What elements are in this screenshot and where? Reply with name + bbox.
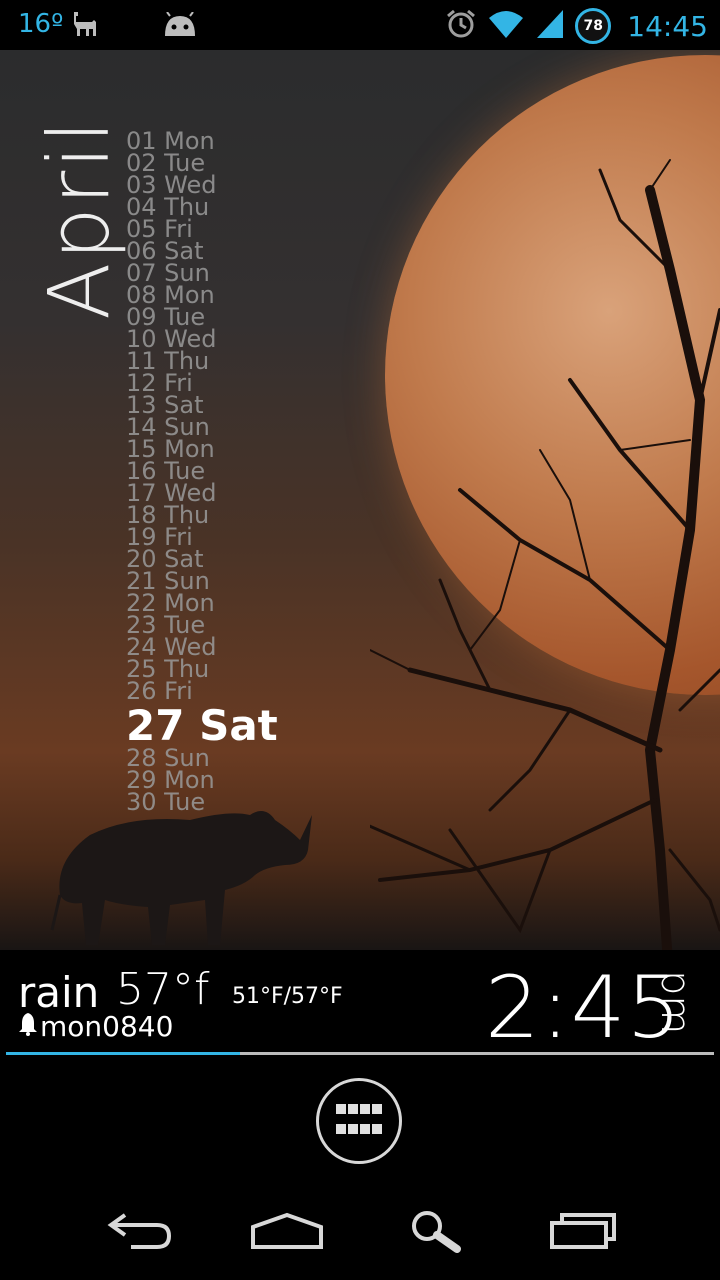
calendar-day-list: 01 Mon 02 Tue 03 Wed 04 Thu 05 Fri 06 Sat 07 S… <box>126 129 278 816</box>
calendar-day: 26 Fri <box>126 677 193 705</box>
search-icon <box>407 1209 463 1257</box>
search-button[interactable] <box>380 1208 490 1258</box>
alarm-icon <box>445 8 477 44</box>
status-time: 14:45 <box>627 9 708 43</box>
wifi-icon <box>487 8 525 44</box>
navigation-bar <box>0 1180 720 1280</box>
bell-icon <box>18 1010 38 1043</box>
battery-badge-icon: 78 <box>575 8 612 44</box>
alarm-text: mon0840 <box>40 1010 174 1043</box>
day-progress-bar <box>6 1052 714 1055</box>
app-drawer-button[interactable] <box>316 1078 402 1164</box>
tree-silhouette <box>370 159 720 950</box>
calendar-month: April <box>30 118 128 320</box>
wallpaper: April 01 Mon 02 Tue 03 Wed 04 Thu 05 Fri 06 S… <box>0 50 720 950</box>
back-button[interactable] <box>85 1208 195 1258</box>
clock-ampm: pm <box>652 970 698 1035</box>
status-temperature: 16º <box>18 9 64 39</box>
weather-range: 51°F/57°F <box>232 984 343 1009</box>
calendar-day-today: 27 Sat <box>126 701 278 750</box>
android-icon <box>162 11 198 42</box>
grid-icon <box>334 1102 384 1140</box>
back-icon <box>105 1211 175 1255</box>
weather-clock-widget[interactable]: rain 57°f 51°F/57°F mon0840 2:45 pm <box>0 950 720 1060</box>
rhino-silhouette <box>50 811 312 945</box>
weather-temperature: 57°f <box>116 964 210 1015</box>
next-alarm: mon0840 <box>18 1010 173 1043</box>
home-button[interactable] <box>232 1208 342 1258</box>
calendar-day: 30 Tue <box>126 788 206 816</box>
day-progress-fill <box>6 1052 240 1055</box>
status-bar: 16º 78 14:45 <box>0 0 720 50</box>
llama-icon <box>68 10 100 44</box>
home-icon <box>249 1211 325 1255</box>
recent-apps-button[interactable] <box>528 1208 638 1258</box>
recent-apps-icon <box>548 1211 618 1255</box>
signal-icon <box>535 8 565 44</box>
